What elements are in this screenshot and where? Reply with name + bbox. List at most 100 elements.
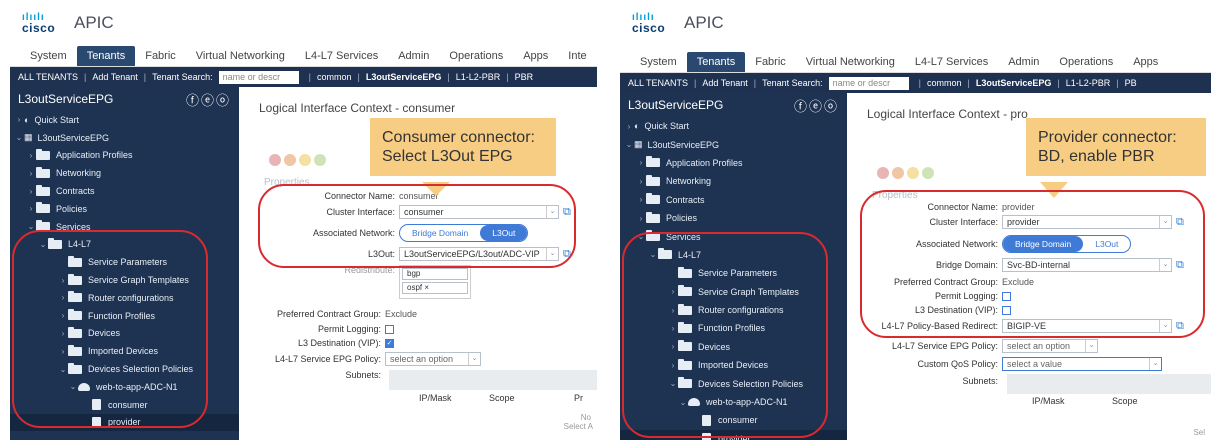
minor-fault-icon bbox=[299, 154, 311, 166]
add-tenant-link[interactable]: Add Tenant bbox=[92, 72, 137, 82]
main-tabs: System Tenants Fabric Virtual Networking… bbox=[10, 46, 597, 67]
fault-status-icons[interactable] bbox=[269, 154, 326, 166]
chevron-down-icon: ⌄ bbox=[1085, 340, 1097, 352]
tree-item-application-profiles[interactable]: › Application Profiles bbox=[10, 147, 239, 165]
tenant-link-current[interactable]: L3outServiceEPG bbox=[976, 78, 1052, 88]
l3-destination-checkbox[interactable]: ✓ bbox=[385, 338, 394, 348]
service-epg-policy-row: L4-L7 Service EPG Policy: select an opti… bbox=[259, 352, 481, 366]
tenant-header: L3outServiceEPG ⓕⓔⓞ bbox=[10, 87, 239, 111]
tenant-header: L3outServiceEPG ⓕⓔⓞ bbox=[620, 93, 847, 117]
tab-apps[interactable]: Apps bbox=[1123, 56, 1168, 72]
folder-icon bbox=[646, 174, 660, 186]
tenant-name: L3outServiceEPG bbox=[628, 98, 724, 112]
tree-item-contracts[interactable]: › Contracts bbox=[620, 191, 847, 209]
col-scope: Scope bbox=[1112, 396, 1138, 406]
add-tenant-link[interactable]: Add Tenant bbox=[702, 78, 747, 88]
tenant-action-icons[interactable]: ⓕⓔⓞ bbox=[186, 90, 231, 109]
col-ip-mask: IP/Mask bbox=[419, 393, 452, 403]
tab-tenants[interactable]: Tenants bbox=[76, 46, 136, 66]
service-epg-policy-select[interactable]: select an option ⌄ bbox=[385, 352, 481, 366]
main-tabs: System Tenants Fabric Virtual Networking… bbox=[620, 52, 1211, 73]
highlight-oval-form bbox=[860, 190, 1205, 338]
tab-apps[interactable]: Apps bbox=[513, 50, 558, 66]
quick-start-icon: ◐ bbox=[24, 114, 30, 125]
folder-icon bbox=[36, 202, 50, 214]
subnets-toolbar bbox=[1007, 374, 1211, 394]
tree-item-quick-start[interactable]: › ◐ Quick Start bbox=[10, 111, 239, 129]
tab-virtual-networking[interactable]: Virtual Networking bbox=[796, 56, 905, 72]
tab-fabric[interactable]: Fabric bbox=[135, 50, 186, 66]
tenant-action-icons[interactable]: ⓕⓔⓞ bbox=[794, 96, 839, 115]
left-screenshot: ılıılı cisco APIC System Tenants Fabric … bbox=[10, 0, 597, 440]
tenant-link-pbr[interactable]: PBR bbox=[515, 72, 534, 82]
tree-item-application-profiles[interactable]: › Application Profiles bbox=[620, 154, 847, 172]
minor-fault-icon bbox=[907, 167, 919, 179]
tenant-link-pbr[interactable]: PB bbox=[1125, 78, 1137, 88]
tab-integrations[interactable]: Inte bbox=[558, 50, 596, 66]
tree-item-tenant[interactable]: ⌄ ▦ L3outServiceEPG bbox=[10, 129, 239, 147]
preferred-group-value: Exclude bbox=[385, 309, 418, 319]
tab-admin[interactable]: Admin bbox=[388, 50, 439, 66]
qos-row: Custom QoS Policy: select a value ⌄ bbox=[867, 357, 1162, 371]
service-epg-policy-select[interactable]: select an option ⌄ bbox=[1002, 339, 1098, 353]
chevron-down-icon: ⌄ bbox=[1149, 358, 1161, 370]
tenant-search-input[interactable]: name or descr bbox=[218, 70, 299, 84]
tab-operations[interactable]: Operations bbox=[439, 50, 513, 66]
tree-item-quick-start[interactable]: › ◐ Quick Start bbox=[620, 117, 847, 135]
tab-l4l7-services[interactable]: L4-L7 Services bbox=[905, 56, 998, 72]
tab-system[interactable]: System bbox=[20, 50, 77, 66]
permit-logging-checkbox[interactable] bbox=[385, 324, 394, 334]
tenant-search-input[interactable]: name or descr bbox=[828, 76, 909, 90]
tenant-subnav: ALL TENANTS | Add Tenant | Tenant Search: … bbox=[620, 73, 1211, 93]
folder-icon bbox=[646, 193, 660, 205]
all-tenants-link[interactable]: ALL TENANTS bbox=[628, 78, 688, 88]
tenant-link-l1[interactable]: L1-L2-PBR bbox=[1066, 78, 1111, 88]
subnets-toolbar bbox=[389, 370, 597, 390]
service-epg-policy-row: L4-L7 Service EPG Policy: select an opti… bbox=[867, 339, 1098, 353]
cisco-logo: ılıılı cisco bbox=[632, 12, 666, 35]
folder-icon bbox=[646, 156, 660, 168]
app-title: APIC bbox=[74, 13, 114, 32]
tenant-link-l1[interactable]: L1-L2-PBR bbox=[456, 72, 501, 82]
all-tenants-link[interactable]: ALL TENANTS bbox=[18, 72, 78, 82]
callout-consumer: Consumer connector: Select L3Out EPG bbox=[370, 118, 556, 176]
col-pr: Pr bbox=[574, 393, 583, 403]
tree-item-contracts[interactable]: › Contracts bbox=[10, 182, 239, 200]
tab-fabric[interactable]: Fabric bbox=[745, 56, 796, 72]
tab-operations[interactable]: Operations bbox=[1049, 56, 1123, 72]
tab-admin[interactable]: Admin bbox=[998, 56, 1049, 72]
qos-select[interactable]: select a value ⌄ bbox=[1002, 357, 1162, 371]
warning-fault-icon bbox=[922, 167, 934, 179]
redistribute-tags[interactable]: bgp ospf × bbox=[399, 265, 471, 299]
app-header: ılıılı cisco APIC bbox=[10, 0, 597, 46]
fault-status-icons[interactable] bbox=[877, 167, 934, 179]
folder-icon bbox=[36, 148, 50, 160]
major-fault-icon bbox=[892, 167, 904, 179]
quick-start-icon: ◐ bbox=[634, 121, 640, 132]
app-title: APIC bbox=[684, 13, 724, 32]
page-title: Logical Interface Context - consumer bbox=[259, 101, 456, 115]
right-screenshot: ılıılı cisco APIC System Tenants Fabric … bbox=[620, 0, 1211, 440]
tree-item-networking[interactable]: › Networking bbox=[10, 164, 239, 182]
tenant-link-common[interactable]: common bbox=[317, 72, 352, 82]
tree-item-networking[interactable]: › Networking bbox=[620, 172, 847, 190]
subnets-row: Subnets: bbox=[962, 376, 998, 386]
folder-icon bbox=[36, 184, 50, 196]
table-empty-no: No bbox=[580, 413, 591, 422]
table-empty-select: Select A bbox=[563, 422, 593, 431]
tree-item-policies[interactable]: › Policies bbox=[10, 200, 239, 218]
tab-virtual-networking[interactable]: Virtual Networking bbox=[186, 50, 295, 66]
subnets-row: Subnets: bbox=[345, 370, 381, 380]
tree-item-policies[interactable]: › Policies bbox=[620, 209, 847, 227]
tab-system[interactable]: System bbox=[630, 56, 687, 72]
warning-fault-icon bbox=[314, 154, 326, 166]
tenant-icon: ▦ bbox=[634, 139, 643, 150]
tree-item-tenant[interactable]: ⌄ ▦ L3outServiceEPG bbox=[620, 135, 847, 153]
tag-ospf[interactable]: ospf × bbox=[402, 282, 468, 294]
tab-tenants[interactable]: Tenants bbox=[686, 52, 746, 72]
tenant-link-current[interactable]: L3outServiceEPG bbox=[366, 72, 442, 82]
tenant-icon: ▦ bbox=[24, 132, 33, 143]
page-title: Logical Interface Context - pro bbox=[867, 107, 1028, 121]
tenant-link-common[interactable]: common bbox=[927, 78, 962, 88]
tab-l4l7-services[interactable]: L4-L7 Services bbox=[295, 50, 388, 66]
